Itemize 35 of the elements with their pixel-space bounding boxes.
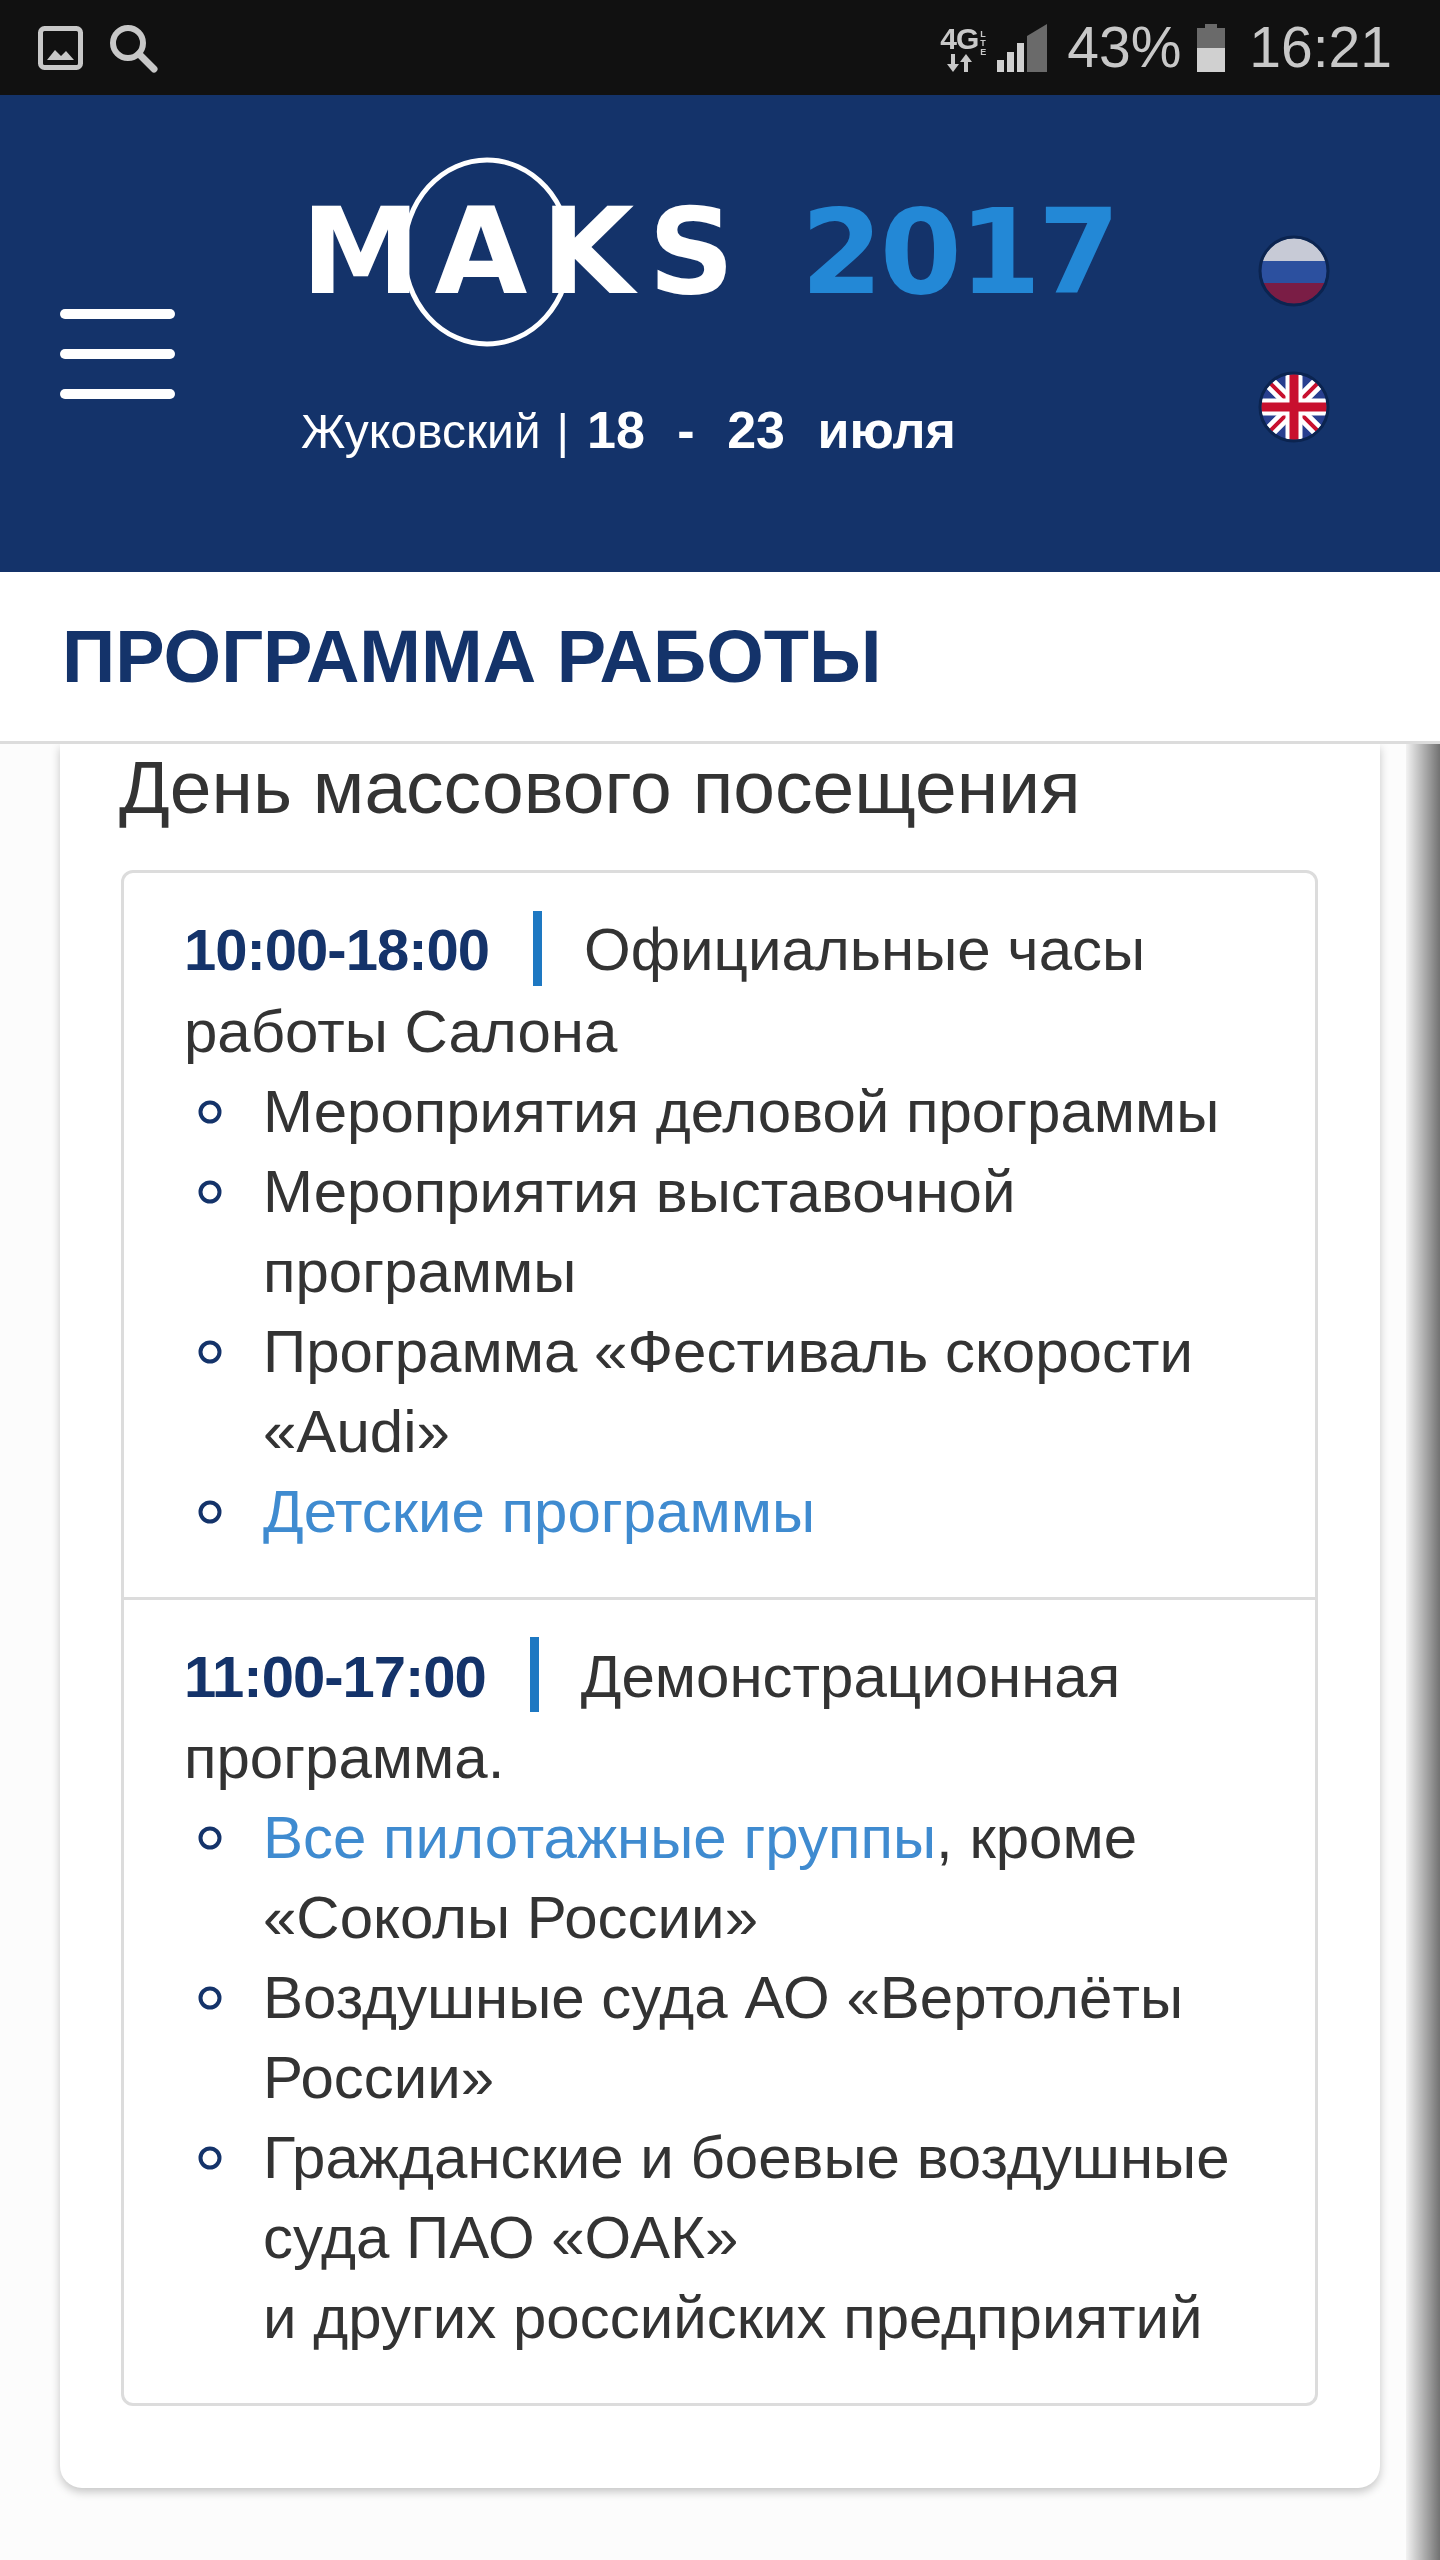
event-dates: 18 - 23 июля (587, 400, 956, 460)
schedule-summary: 11:00-17:00 Демонстрационная программа. (184, 1636, 1255, 1799)
battery-icon (1197, 23, 1226, 72)
bullet-icon (198, 1986, 222, 2011)
page-title: ПРОГРАММА РАБОТЫ (62, 615, 882, 698)
link[interactable]: Все пилотажные группы (263, 1804, 937, 1872)
bullet-icon (198, 1499, 222, 1524)
list-item-text: Мероприятия деловой программы (263, 1076, 1220, 1147)
list-item-text: Мероприятия выставочной программы (263, 1156, 1017, 1307)
bullet-icon (198, 1826, 222, 1851)
bullet-icon (198, 1099, 222, 1124)
list-item-text: Воздушные суда АО «Вертолёты России» (263, 1963, 1185, 2114)
schedule-summary: 10:00-18:00 Официальные часы работы Салона (184, 910, 1255, 1072)
image-icon (38, 25, 83, 70)
day-title: День массового посещения (119, 747, 1082, 827)
network-sub-label: LTE (980, 30, 988, 57)
russia-flag-icon[interactable] (1258, 235, 1330, 307)
battery-percent: 43% (1067, 19, 1182, 76)
uk-flag-icon[interactable] (1258, 371, 1330, 443)
bullet-icon (198, 1339, 222, 1364)
location-text: Жуковский (301, 404, 541, 460)
search-icon (108, 22, 158, 73)
bullet-icon (198, 1179, 222, 1204)
logo-year: 2017 (800, 193, 1118, 311)
data-arrows-icon (944, 53, 975, 72)
separator-text: | (556, 404, 570, 460)
network-type-label: 4G (940, 23, 979, 54)
list-item-text: Программа «Фестиваль скорости «Audi» (263, 1316, 1194, 1467)
bullet-icon (198, 2146, 222, 2171)
clock-time: 16:21 (1249, 19, 1392, 76)
menu-icon[interactable] (60, 309, 175, 399)
list-item-text: Гражданские и боевые воздушные суда ПАО «ОАК» и других российских предприятий (263, 2123, 1231, 2354)
link[interactable]: Детские программы (263, 1477, 816, 1545)
signal-icon (997, 23, 1048, 72)
list-item-text: Все пилотажные группы, кроме «Соколы России» (263, 1803, 1139, 1954)
